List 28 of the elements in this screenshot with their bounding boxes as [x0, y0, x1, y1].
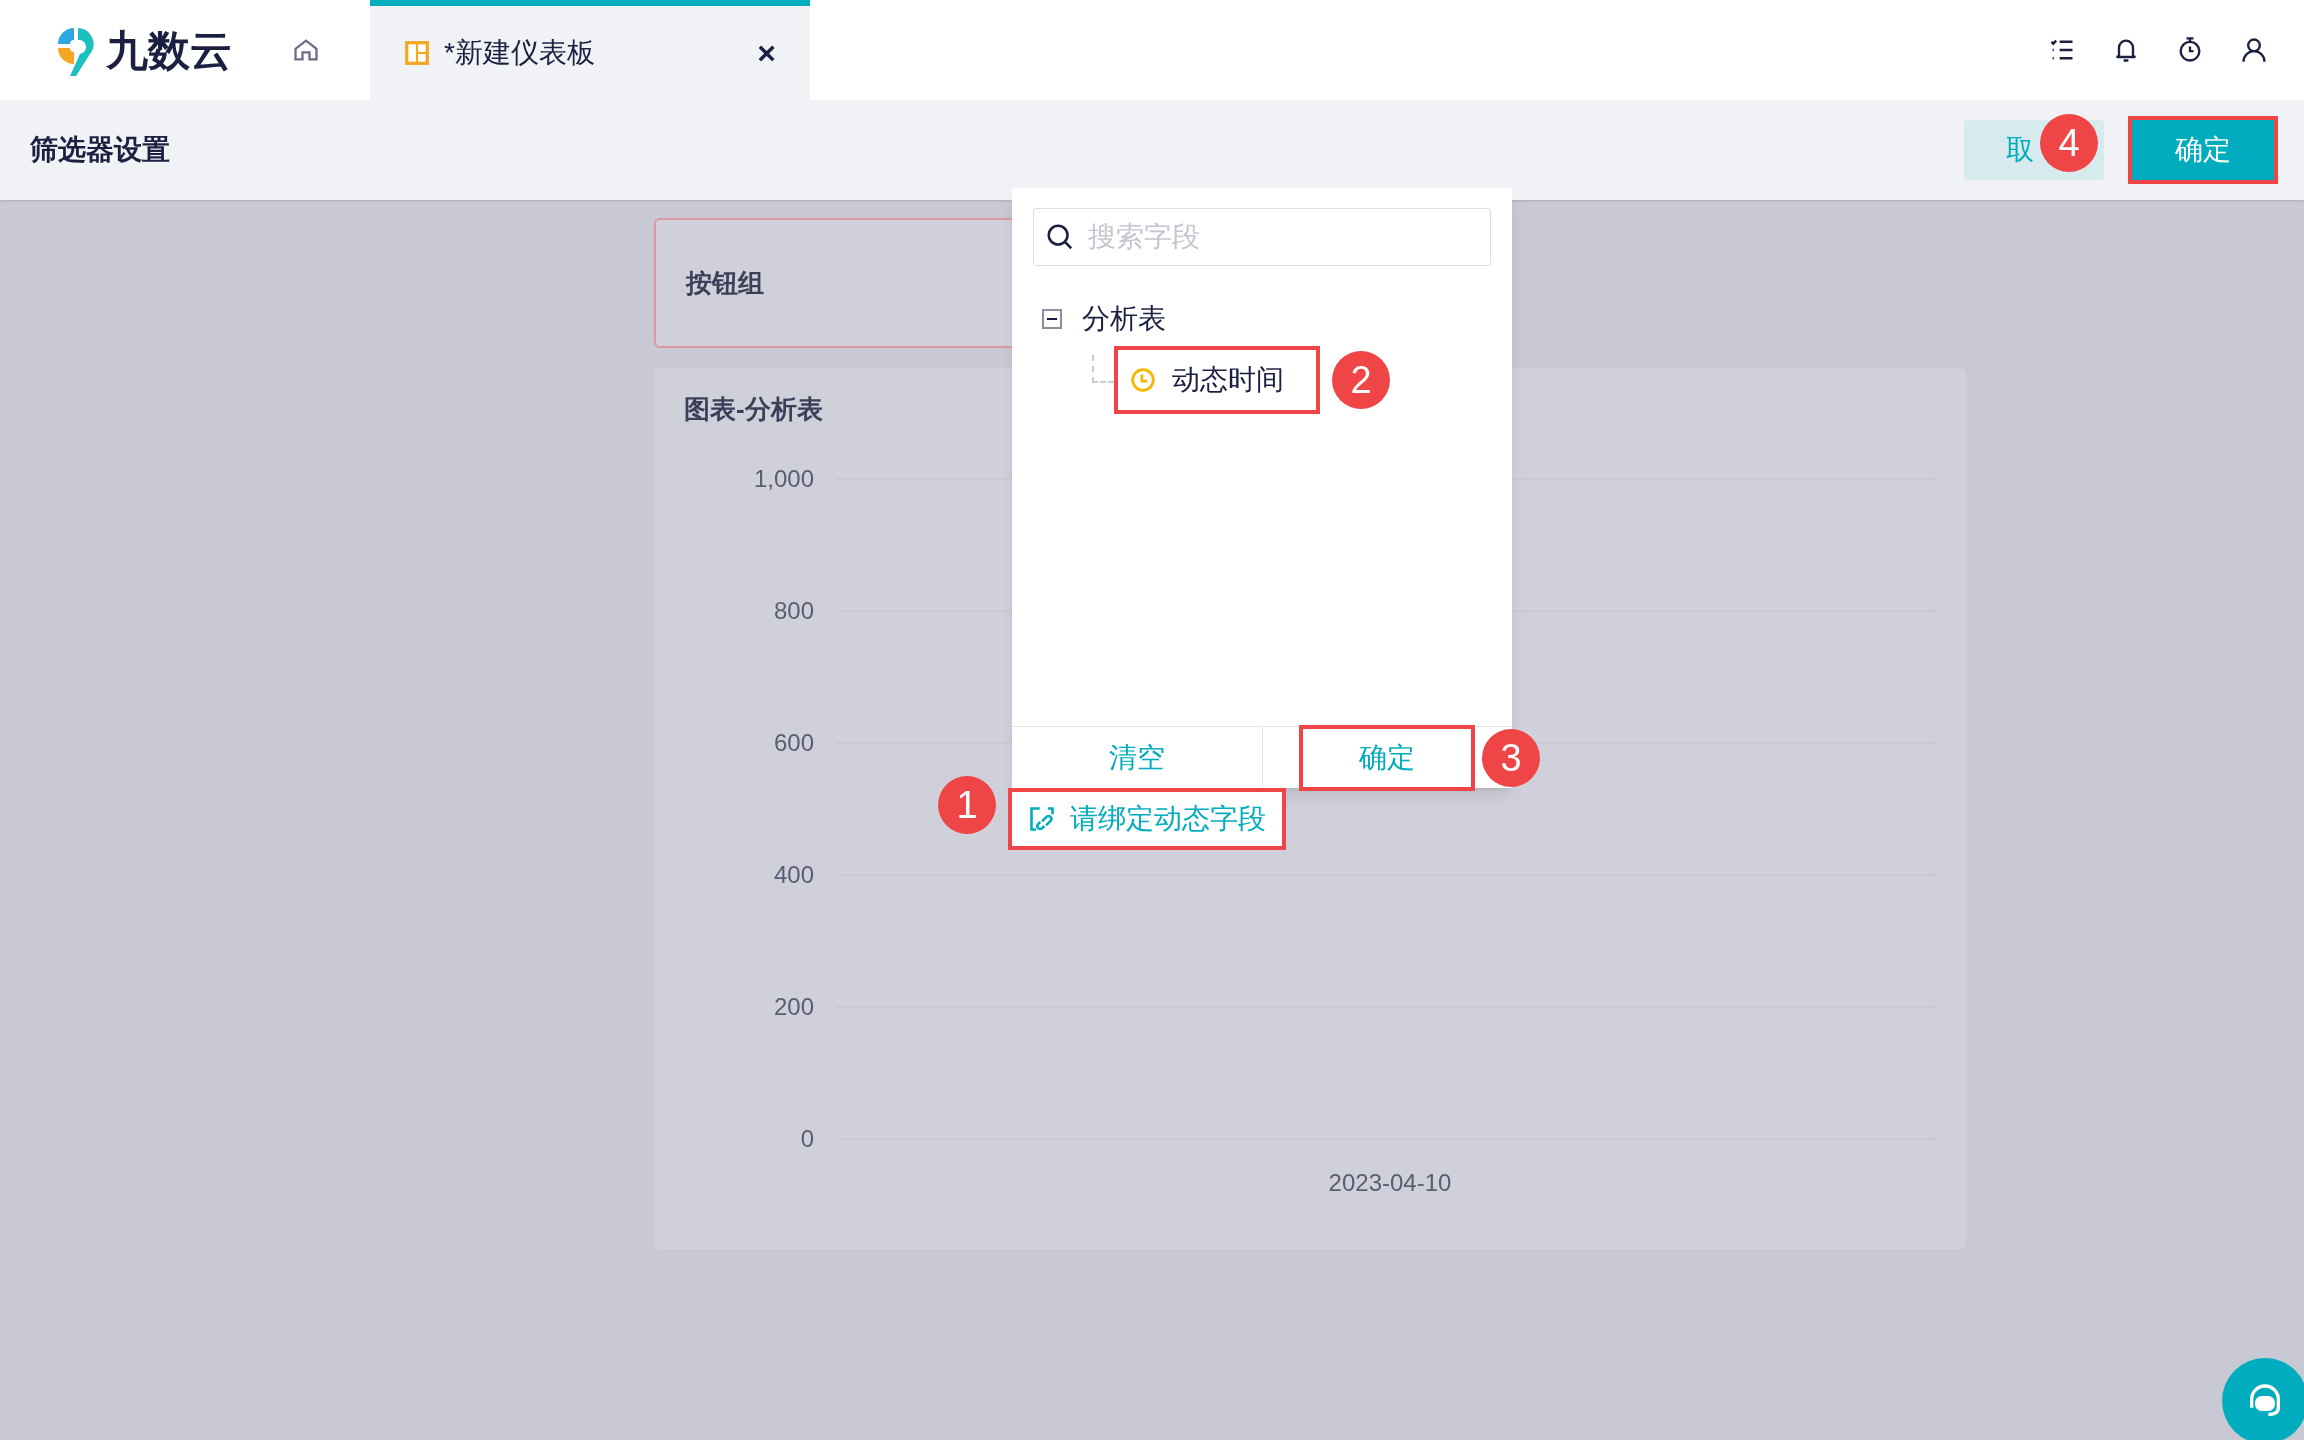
card-title: 按钮组 [686, 266, 764, 300]
tree-connector-line [1092, 355, 1114, 383]
bind-field-link[interactable]: 请绑定动态字段 [1008, 788, 1286, 850]
y-axis-label: 400 [772, 860, 814, 890]
y-axis-label: 1,000 [752, 464, 814, 494]
logo-text: 九数云 [106, 25, 232, 76]
search-field[interactable]: 搜索字段 [1033, 208, 1491, 266]
collapse-icon[interactable] [1042, 309, 1062, 329]
close-button[interactable]: × [757, 29, 776, 77]
y-axis-label: 0 [799, 1124, 814, 1154]
dashboard-icon [404, 40, 430, 66]
link-icon [1028, 805, 1056, 833]
tree-leaf[interactable]: 动态时间 [1118, 350, 1316, 410]
y-axis-label: 200 [772, 992, 814, 1022]
step-badge: 2 [1332, 351, 1390, 409]
user-icon[interactable] [2240, 36, 2268, 64]
step-badge: 3 [1482, 729, 1540, 787]
tree-node[interactable]: 分析表 [1082, 298, 1166, 340]
clear-button[interactable]: 清空 [1012, 728, 1262, 787]
x-axis-label: 2023-04-10 [1328, 1168, 1452, 1198]
search-icon [1045, 222, 1075, 252]
tab-label: *新建仪表板 [444, 36, 595, 70]
y-axis-label: 800 [772, 596, 814, 626]
clock-icon [1130, 367, 1156, 393]
page-title: 筛选器设置 [30, 133, 170, 167]
y-axis-label: 600 [772, 728, 814, 758]
tab[interactable]: *新建仪表板 × [370, 0, 810, 100]
chart-title: 图表-分析表 [684, 393, 824, 426]
